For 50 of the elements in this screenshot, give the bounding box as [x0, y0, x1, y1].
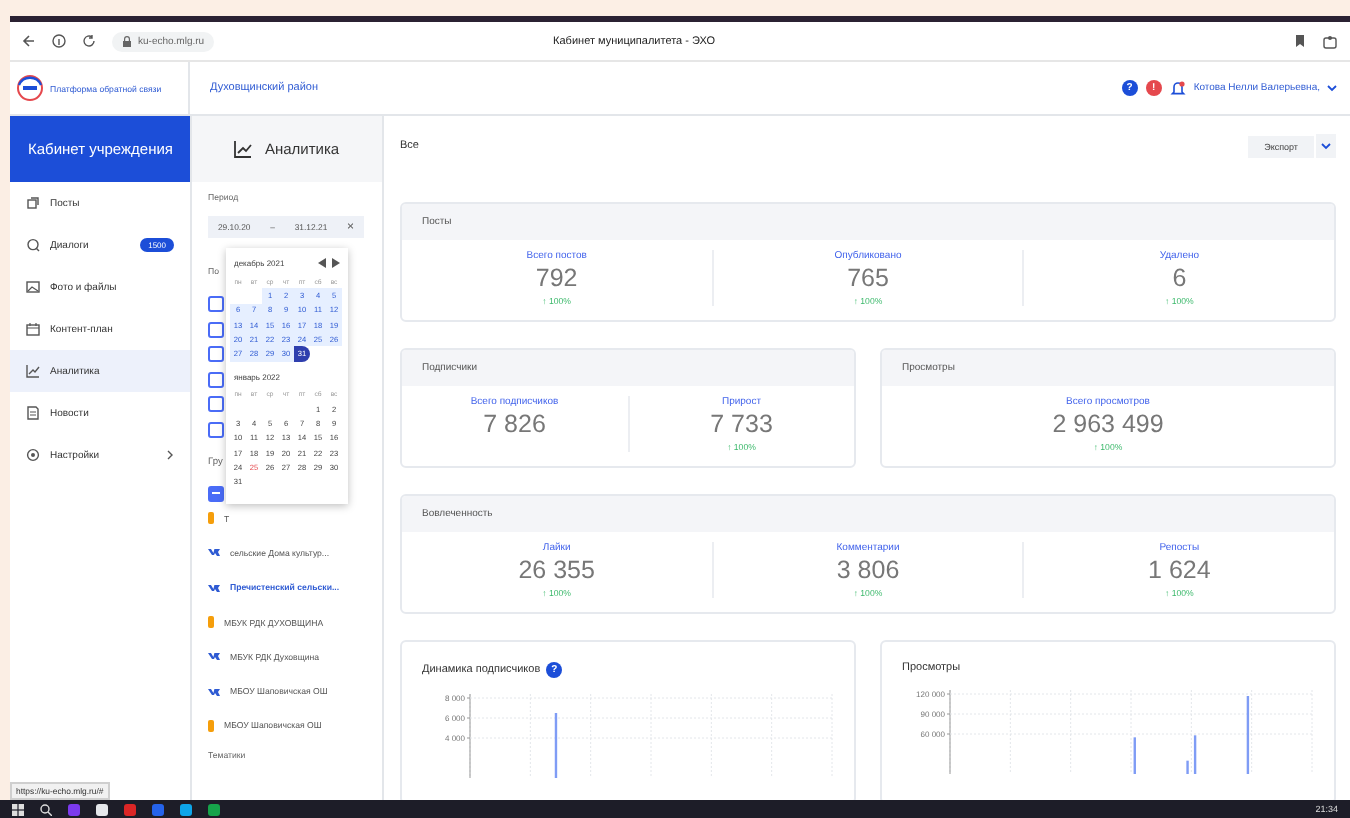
stat-value: 7 826: [483, 410, 546, 440]
chat-icon: [26, 238, 40, 252]
image-icon: [26, 280, 40, 294]
calendar-icon: [26, 322, 40, 336]
y-axis: [946, 689, 951, 775]
info-circle-icon[interactable]: [52, 34, 66, 48]
vk-logo-icon: [208, 652, 220, 661]
caret-icon: [1326, 84, 1338, 92]
copy-icon: [26, 196, 40, 210]
back-arrow-icon[interactable]: [22, 34, 36, 48]
triangle-left-icon[interactable]: [318, 258, 326, 268]
document-icon: [26, 406, 40, 420]
stat-value: 3 806: [836, 556, 900, 586]
vk-logo-icon: [208, 548, 220, 557]
chart-icon: [26, 364, 40, 378]
logo-icon: [16, 74, 44, 102]
app-icon[interactable]: [180, 803, 192, 815]
lock-icon: [122, 35, 132, 47]
stat-value: 7 733: [710, 410, 773, 440]
checkbox[interactable]: [208, 346, 224, 362]
bookmark-icon[interactable]: [1294, 34, 1306, 48]
checkbox[interactable]: [208, 296, 224, 312]
vk-logo-icon: [208, 583, 220, 592]
search-icon[interactable]: [40, 803, 52, 815]
vk-logo-icon: [208, 687, 220, 696]
stat-value: 792: [535, 264, 578, 294]
stat-value: 6: [1172, 264, 1187, 294]
caret-icon: [1320, 142, 1332, 150]
stat-value: 2 963 499: [1052, 410, 1164, 440]
dropdown-button[interactable]: [1316, 134, 1336, 158]
select-all-checkbox[interactable]: [208, 485, 224, 501]
checkbox[interactable]: [208, 321, 224, 337]
windows-logo-icon[interactable]: [12, 803, 24, 815]
checkbox[interactable]: [208, 396, 224, 412]
stat-value: 1 624: [1148, 556, 1211, 586]
stat-value: 26 355: [518, 556, 595, 586]
bell-icon[interactable]: [1169, 80, 1186, 96]
checkbox[interactable]: [208, 371, 224, 387]
reload-icon[interactable]: [82, 34, 96, 48]
ok-logo-icon: [208, 719, 214, 732]
extension-icon[interactable]: [1322, 33, 1338, 49]
app-icon[interactable]: [96, 803, 108, 815]
triangle-right-icon[interactable]: [332, 258, 340, 268]
chart-icon: [234, 140, 253, 158]
ok-logo-icon: [208, 616, 214, 629]
checkbox[interactable]: [208, 421, 224, 437]
ok-logo-icon: [208, 512, 214, 525]
y-axis: [466, 693, 471, 779]
settings-icon: [26, 448, 40, 462]
stat-value: 765: [847, 264, 889, 294]
